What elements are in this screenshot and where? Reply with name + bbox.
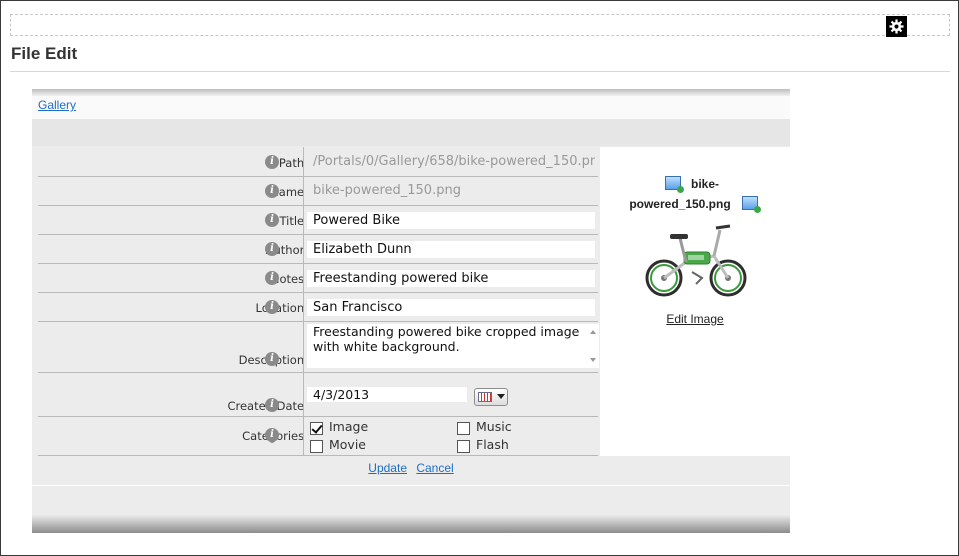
location-label: Location: xyxy=(255,301,308,315)
category-flash-label: Flash xyxy=(476,437,509,452)
notes-cell: Freestanding powered bike xyxy=(303,264,598,292)
description-row: Description: i Freestanding powered bike… xyxy=(38,322,599,373)
title-row: Title: i Powered Bike xyxy=(38,206,598,235)
scroll-up-icon[interactable] xyxy=(590,330,596,334)
breadcrumb: Gallery xyxy=(32,96,790,119)
file-edit-panel: Gallery Path: i /Portals/0/Gallery/658/b… xyxy=(32,89,790,533)
name-field: bike-powered_150.png xyxy=(313,183,461,198)
location-row: Location: i San Francisco xyxy=(38,293,598,322)
gear-icon[interactable] xyxy=(886,16,907,37)
scroll-down-icon[interactable] xyxy=(590,358,596,362)
info-icon[interactable]: i xyxy=(265,398,279,412)
info-icon[interactable]: i xyxy=(265,213,279,227)
gallery-link[interactable]: Gallery xyxy=(38,98,76,112)
author-input[interactable]: Elizabeth Dunn xyxy=(307,241,595,258)
category-music-label: Music xyxy=(476,419,512,434)
cancel-link[interactable]: Cancel xyxy=(416,461,453,475)
notes-input[interactable]: Freestanding powered bike xyxy=(307,270,595,287)
categories-cell: Image Music Movie Flash xyxy=(303,417,598,455)
author-cell: Elizabeth Dunn xyxy=(303,235,598,263)
page-title: File Edit xyxy=(11,44,78,63)
location-cell: San Francisco xyxy=(303,293,598,321)
image-preview-panel: bike- powered_150.png Edit Image xyxy=(600,147,790,456)
path-row: Path: i /Portals/0/Gallery/658/bike-powe… xyxy=(38,147,598,177)
bike-image xyxy=(645,224,747,297)
filename-line1: bike- xyxy=(690,177,719,191)
title-input[interactable]: Powered Bike xyxy=(307,212,595,229)
checkbox-flash[interactable] xyxy=(457,440,470,453)
location-input[interactable]: San Francisco xyxy=(307,299,595,316)
checkbox-music[interactable] xyxy=(457,422,470,435)
name-row: Name: i bike-powered_150.png xyxy=(38,177,598,206)
path-field: /Portals/0/Gallery/658/bike-powered_150.… xyxy=(313,154,595,169)
info-icon[interactable]: i xyxy=(265,184,279,198)
divider xyxy=(32,485,790,486)
description-cell: Freestanding powered bike cropped image … xyxy=(303,322,599,372)
created-date-cell: 4/3/2013 xyxy=(303,373,598,416)
update-link[interactable]: Update xyxy=(368,461,407,475)
calendar-picker-button[interactable] xyxy=(474,388,508,406)
info-icon[interactable]: i xyxy=(265,300,279,314)
panel-top-edge xyxy=(32,89,790,96)
path-cell: /Portals/0/Gallery/658/bike-powered_150.… xyxy=(303,147,598,176)
title-cell: Powered Bike xyxy=(303,206,598,234)
chevron-down-icon xyxy=(497,394,505,399)
info-icon[interactable]: i xyxy=(265,428,279,442)
category-movie-label: Movie xyxy=(329,437,366,452)
description-text: Freestanding powered bike cropped image … xyxy=(313,324,580,354)
name-cell: bike-powered_150.png xyxy=(303,177,598,205)
description-textarea[interactable]: Freestanding powered bike cropped image … xyxy=(307,324,599,368)
divider xyxy=(10,71,950,72)
categories-row: Categories: i Image Music Movie Flash xyxy=(38,417,598,456)
calendar-icon xyxy=(478,392,492,402)
image-filename: bike- powered_150.png xyxy=(600,174,790,214)
created-date-row: Created Date: i 4/3/2013 xyxy=(38,373,598,417)
textarea-scrollbar[interactable] xyxy=(587,324,599,368)
author-row: Author: i Elizabeth Dunn xyxy=(38,235,598,264)
info-icon[interactable]: i xyxy=(265,352,279,366)
notes-row: Notes: i Freestanding powered bike xyxy=(38,264,598,293)
category-image-label: Image xyxy=(329,419,369,434)
created-date-input[interactable]: 4/3/2013 xyxy=(307,387,467,402)
info-icon[interactable]: i xyxy=(265,155,279,169)
info-icon[interactable]: i xyxy=(265,242,279,256)
filename-line2: powered_150.png xyxy=(629,197,731,211)
checkbox-image[interactable] xyxy=(310,422,323,435)
info-icon[interactable]: i xyxy=(265,271,279,285)
checkbox-movie[interactable] xyxy=(310,440,323,453)
toolbar-strip xyxy=(32,119,790,146)
module-action-bar xyxy=(10,14,950,36)
edit-image-link[interactable]: Edit Image xyxy=(600,312,790,326)
form-actions: Update Cancel xyxy=(32,461,790,475)
panel-bottom-edge xyxy=(32,514,790,533)
